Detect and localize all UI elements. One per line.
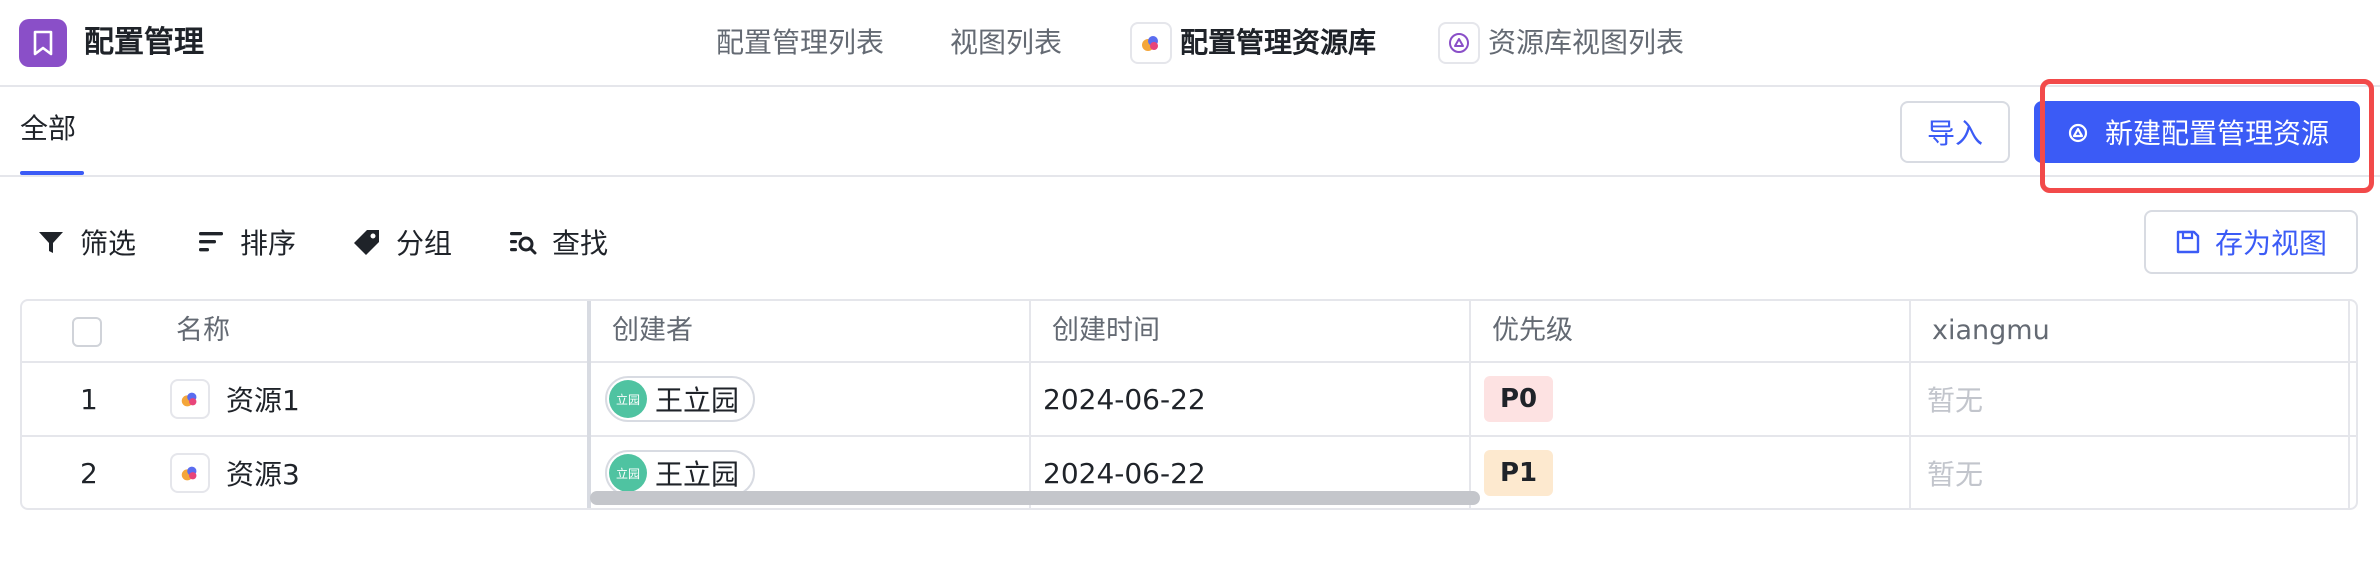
- resource-view-icon: [1438, 22, 1480, 64]
- nav-tab-resource-library[interactable]: 配置管理资源库: [1130, 22, 1376, 64]
- tab-all[interactable]: 全部: [20, 109, 76, 149]
- find-icon: [510, 232, 537, 255]
- row-index: 2: [80, 456, 98, 490]
- new-config-resource-label: 新建配置管理资源: [2104, 117, 2329, 150]
- avatar: 立园: [609, 380, 647, 418]
- priority-badge: P1: [1484, 450, 1554, 496]
- top-bar: 配置管理 配置管理列表 视图列表 配置管理资源库 资源库视图列表: [0, 0, 2380, 87]
- table-row-name[interactable]: 资源1: [170, 363, 300, 435]
- nav-tab-label: 配置管理列表: [716, 26, 885, 59]
- avatar: 立园: [609, 454, 647, 492]
- group-label: 分组: [396, 227, 453, 260]
- import-button[interactable]: 导入: [1900, 101, 2010, 163]
- sort-icon: [199, 232, 223, 252]
- sort-button[interactable]: 排序: [196, 222, 296, 262]
- column-divider: [1909, 301, 1911, 508]
- save-as-view-button[interactable]: 存为视图: [2144, 210, 2358, 274]
- resource-library-icon: [1130, 22, 1172, 64]
- nav-tab-label: 资源库视图列表: [1488, 26, 1685, 59]
- filter-button[interactable]: 筛选: [36, 222, 136, 262]
- nav-tab-config-list[interactable]: 配置管理列表: [716, 22, 884, 64]
- resource-add-icon: [2068, 123, 2088, 143]
- column-header-creator[interactable]: 创建者: [612, 301, 693, 361]
- user-chip[interactable]: 立园 王立园: [605, 450, 756, 496]
- save-as-view-label: 存为视图: [2214, 227, 2327, 260]
- nav-tab-label: 配置管理资源库: [1180, 26, 1377, 59]
- priority-cell: P1: [1484, 437, 1554, 508]
- tag-icon: [354, 230, 379, 255]
- resource-icon: [170, 453, 210, 493]
- sort-label: 排序: [240, 227, 297, 260]
- created-time: 2024-06-22: [1043, 382, 1206, 416]
- priority-cell: P0: [1484, 363, 1554, 435]
- save-icon: [2176, 230, 2200, 254]
- select-all-checkbox[interactable]: [72, 317, 102, 347]
- frozen-column-divider: [587, 301, 591, 508]
- app-title: 配置管理: [84, 25, 204, 60]
- nav-tab-label: 视图列表: [950, 26, 1063, 59]
- new-config-resource-button[interactable]: 新建配置管理资源: [2034, 101, 2360, 163]
- nav-tab-view-list[interactable]: 视图列表: [950, 22, 1062, 64]
- creator-name: 王立园: [655, 458, 740, 491]
- row-index: 1: [80, 382, 98, 416]
- resource-name: 资源1: [226, 384, 300, 417]
- app-logo-icon: [19, 19, 67, 67]
- view-tabs-row: 全部 导入 新建配置管理资源: [0, 89, 2380, 177]
- resource-name: 资源3: [226, 458, 300, 491]
- active-tab-indicator: [20, 171, 84, 175]
- resource-table: 名称 创建者 创建时间 优先级 xiangmu 1 资源1 立园 王立园 202…: [20, 299, 2358, 510]
- creator-name: 王立园: [655, 384, 740, 417]
- creator-cell: 立园 王立园: [605, 363, 756, 435]
- xiangmu-value: 暂无: [1927, 458, 1984, 491]
- column-header-priority[interactable]: 优先级: [1492, 301, 1573, 361]
- horizontal-scrollbar[interactable]: [590, 491, 1480, 505]
- priority-badge: P0: [1484, 376, 1554, 422]
- column-header-xiangmu[interactable]: xiangmu: [1932, 301, 2050, 361]
- column-divider: [1029, 301, 1031, 508]
- xiangmu-value: 暂无: [1927, 384, 1984, 417]
- filter-label: 筛选: [80, 227, 137, 260]
- column-divider: [1469, 301, 1471, 508]
- table-row-name[interactable]: 资源3: [170, 437, 300, 508]
- resource-icon: [170, 379, 210, 419]
- column-header-created-time[interactable]: 创建时间: [1052, 301, 1160, 361]
- user-chip[interactable]: 立园 王立园: [605, 376, 756, 422]
- group-button[interactable]: 分组: [352, 222, 452, 262]
- find-label: 查找: [552, 227, 609, 260]
- find-button[interactable]: 查找: [508, 222, 608, 262]
- filter-icon: [39, 232, 63, 253]
- column-header-name[interactable]: 名称: [176, 301, 230, 361]
- nav-tab-resource-view-list[interactable]: 资源库视图列表: [1438, 22, 1684, 64]
- column-divider: [2348, 301, 2350, 508]
